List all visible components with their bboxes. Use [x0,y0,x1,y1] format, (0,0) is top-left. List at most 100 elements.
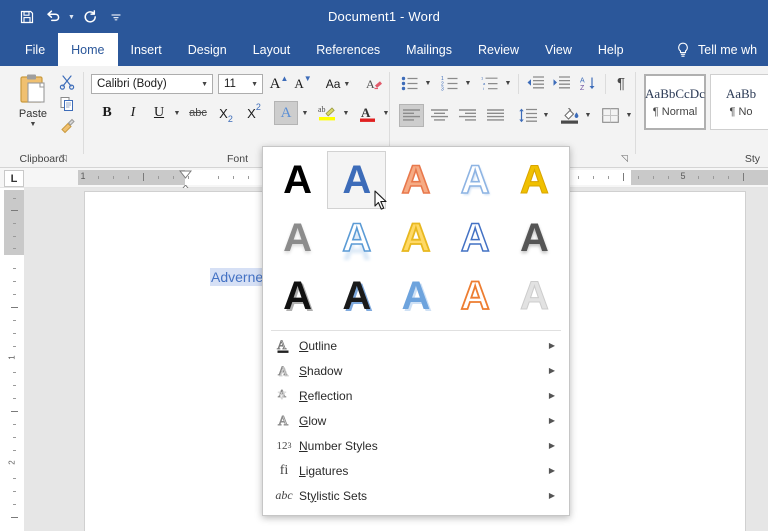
shading-button[interactable] [557,104,581,127]
svg-text:1: 1 [481,76,484,81]
menu-item-reflection[interactable]: AA Reflection ▶ [263,383,569,408]
align-right-button[interactable] [455,104,480,127]
tab-references[interactable]: References [303,33,393,66]
tab-file[interactable]: File [12,33,58,66]
font-size-input[interactable]: 11 ▼ [218,74,263,94]
italic-button[interactable]: I [122,102,144,124]
text-effects-dropdown[interactable]: A A A A A A A A A [262,146,570,516]
multilevel-list-button[interactable]: 1ai [479,73,501,93]
title-bar: ▼ Document1 - Word [0,0,768,33]
submenu-arrow-icon: ▶ [549,383,555,408]
line-spacing-button[interactable] [515,104,539,127]
tab-stop-selector[interactable]: L [4,170,24,187]
vertical-ruler[interactable]: 1 2 [4,190,24,531]
tab-review[interactable]: Review [465,33,532,66]
multilevel-dropdown-icon[interactable]: ▼ [502,73,514,93]
gallery-item-effect-orange-hollow[interactable]: A [446,267,505,325]
font-name-input[interactable]: Calibri (Body) ▼ [91,74,213,94]
align-left-button[interactable] [399,104,424,127]
gallery-item-effect-gold-plain[interactable]: A [505,151,564,209]
bold-button[interactable]: B [96,102,118,124]
gallery-item-effect-blue-plain[interactable]: A [327,151,386,209]
superscript-base: X [247,106,256,121]
subscript-button[interactable]: X2 [214,102,238,124]
lightbulb-icon [676,42,690,58]
increase-indent-button[interactable] [550,73,572,93]
shading-icon [560,108,579,124]
borders-dropdown-icon[interactable]: ▼ [623,104,635,127]
paragraph-dialog-launcher[interactable]: ◹ [619,153,630,164]
menu-item-glow[interactable]: A Glow ▶ [263,408,569,433]
tab-mailings[interactable]: Mailings [393,33,465,66]
bullets-dropdown-icon[interactable]: ▼ [422,73,434,93]
tab-insert[interactable]: Insert [118,33,175,66]
style-item-no-spacing[interactable]: AaBb ¶ No [710,74,768,130]
gallery-item-effect-orange-outline[interactable]: A [386,151,445,209]
text-effects-menu-list[interactable]: A Outline ▶ AA Shadow ▶ AA Reflection ▶ [263,333,569,508]
superscript-button[interactable]: X2 [242,102,266,124]
show-formatting-marks-button[interactable]: ¶ [610,73,632,93]
gallery-item-effect-black-shadow[interactable]: A [268,267,327,325]
bullets-button[interactable] [399,73,421,93]
numbering-icon: 123 [441,76,459,91]
first-line-indent-marker[interactable] [179,168,192,182]
menu-item-shadow[interactable]: AA Shadow ▶ [263,358,569,383]
gallery-item-effect-darkgray-gradient[interactable]: A [505,209,564,267]
text-effects-gallery[interactable]: A A A A A A A A A [263,147,569,329]
numbering-button[interactable]: 123 [439,73,461,93]
style-item-normal[interactable]: AaBbCcDc ¶ Normal [644,74,706,130]
tab-home[interactable]: Home [58,33,117,66]
text-effects-button[interactable]: A [274,101,298,125]
menu-item-number-styles[interactable]: 123 Number Styles ▶ [263,433,569,458]
gallery-item-effect-gray-gradient[interactable]: A [268,209,327,267]
gallery-item-effect-blue-reflection[interactable]: A [327,209,386,267]
grow-font-button[interactable]: A▲ [268,74,290,94]
underline-button[interactable]: U [148,102,170,124]
align-center-button[interactable] [427,104,452,127]
menu-item-outline[interactable]: A Outline ▶ [263,333,569,358]
highlight-dropdown-icon[interactable]: ▼ [340,102,352,124]
svg-text:A: A [278,414,289,429]
tab-help[interactable]: Help [585,33,637,66]
gallery-item-effect-blue-outline-white[interactable]: A [446,209,505,267]
tab-view[interactable]: View [532,33,585,66]
clear-formatting-button[interactable]: A [363,74,385,94]
underline-dropdown-icon[interactable]: ▼ [171,102,183,124]
shrink-font-button[interactable]: A▼ [292,74,314,94]
strikethrough-button[interactable]: abc [186,102,210,124]
font-color-button[interactable]: A [355,102,379,124]
gallery-item-effect-lightblue-outline-shadow[interactable]: A [446,151,505,209]
text-effects-dropdown-icon[interactable]: ▼ [299,102,311,124]
menu-item-ligatures[interactable]: fi Ligatures ▶ [263,458,569,483]
gallery-item-effect-gold-outline[interactable]: A [386,209,445,267]
clipboard-dialog-launcher[interactable]: ◹ [58,153,69,164]
font-name-dropdown-icon[interactable]: ▼ [201,75,208,93]
justify-button[interactable] [483,104,508,127]
tab-layout[interactable]: Layout [240,33,304,66]
tell-me-search[interactable]: Tell me wh [676,33,757,66]
gallery-item-effect-black-plain[interactable]: A [268,151,327,209]
menu-item-label: Reflection [299,389,352,403]
align-left-icon [403,109,420,123]
gallery-item-effect-lightgray[interactable]: A [505,267,564,325]
paste-button[interactable]: Paste ▼ [10,72,56,146]
decrease-indent-button[interactable] [524,73,546,93]
borders-button[interactable] [598,104,622,127]
font-size-dropdown-icon[interactable]: ▼ [251,75,258,93]
line-spacing-dropdown-icon[interactable]: ▼ [540,104,552,127]
menu-item-stylistic-sets[interactable]: abc Stylistic Sets ▶ [263,483,569,508]
format-painter-icon[interactable] [56,116,78,136]
gallery-item-effect-black-blue-shadow[interactable]: A [327,267,386,325]
tab-design[interactable]: Design [175,33,240,66]
style-preview: AaBbCcDc [645,86,705,102]
change-case-button[interactable]: Aa ▼ [321,74,355,94]
paste-dropdown-icon[interactable]: ▼ [30,121,37,128]
change-case-dropdown-icon[interactable]: ▼ [343,81,350,88]
sort-button[interactable]: AZ [578,73,600,93]
gallery-item-effect-blue-shadow[interactable]: A [386,267,445,325]
shading-dropdown-icon[interactable]: ▼ [582,104,594,127]
cut-icon[interactable] [56,72,78,92]
text-highlight-button[interactable]: ab [315,102,339,124]
numbering-dropdown-icon[interactable]: ▼ [462,73,474,93]
copy-icon[interactable] [56,94,78,114]
